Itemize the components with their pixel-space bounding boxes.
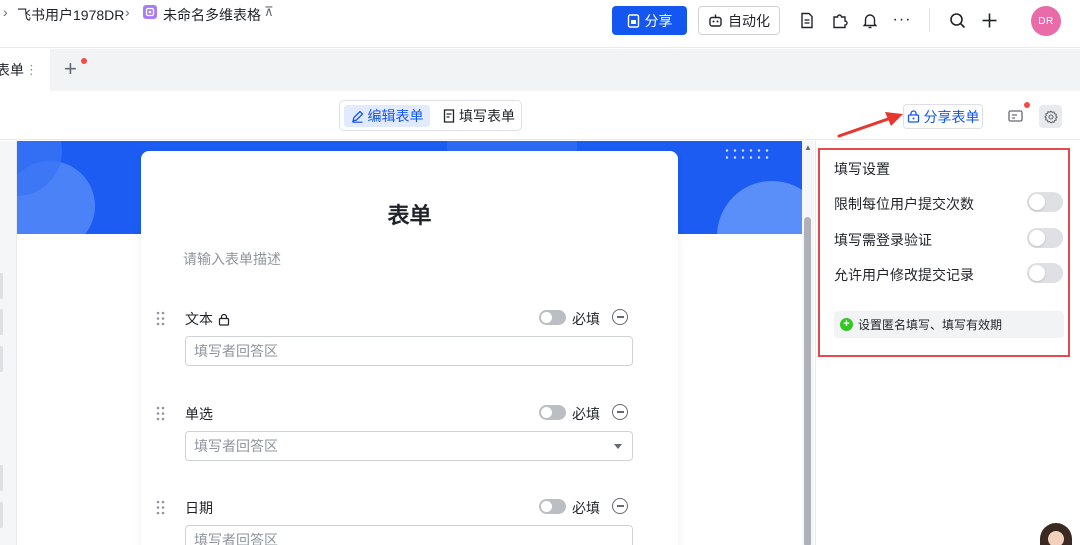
pencil-icon	[351, 110, 363, 123]
answer-input[interactable]: 填写者回答区	[185, 336, 633, 366]
answer-placeholder: 填写者回答区	[194, 343, 278, 359]
remove-field-icon[interactable]	[612, 309, 628, 325]
answer-input[interactable]: 填写者回答区	[185, 525, 633, 545]
required-label: 必填	[572, 406, 600, 422]
remove-field-icon[interactable]	[612, 404, 628, 420]
document-icon[interactable]	[797, 10, 817, 30]
panel-handle	[0, 502, 3, 528]
form-fill-icon	[443, 109, 455, 123]
anonymous-settings-label: 设置匿名填写、填写有效期	[858, 318, 1003, 332]
breadcrumb-workspace[interactable]: 飞书用户1978DR	[17, 0, 124, 30]
lock-doc-icon	[627, 13, 639, 28]
plus-icon[interactable]	[979, 10, 999, 30]
settings-panel: 填写设置 限制每位用户提交次数 填写需登录验证 允许用户修改提交记录 + 设置匿…	[815, 141, 1080, 545]
allow-edit-toggle[interactable]	[1027, 263, 1063, 283]
tab-bar: 表单 ⋮ +	[0, 49, 1080, 91]
panel-handle	[0, 346, 3, 372]
settings-title: 填写设置	[834, 161, 890, 177]
required-toggle[interactable]	[539, 405, 566, 420]
lock-icon	[218, 313, 230, 326]
form-canvas: 表单 请输入表单描述 文本 必填 填写者回答区 单选 必填 填写者回答区 日期 …	[0, 141, 814, 545]
gear-icon	[1043, 109, 1058, 124]
settings-button[interactable]	[1039, 105, 1062, 128]
field-label-text: 单选	[185, 406, 213, 422]
scroll-up-icon[interactable]: ▲	[804, 143, 812, 152]
automation-button[interactable]: 自动化	[698, 6, 780, 35]
plus-circle-icon: +	[840, 318, 853, 331]
field-label-text: 日期	[185, 500, 213, 516]
chevron-right-icon: ›	[125, 4, 130, 20]
answer-placeholder: 填写者回答区	[194, 532, 278, 545]
anonymous-settings-link[interactable]: + 设置匿名填写、填写有效期	[834, 311, 1064, 338]
panel-handle	[0, 465, 3, 491]
form-description-field[interactable]: 请输入表单描述	[183, 249, 281, 269]
drag-handle-icon[interactable]	[156, 406, 166, 421]
banner-dots	[723, 147, 773, 161]
robot-icon	[709, 14, 722, 27]
drag-handle-icon[interactable]	[156, 311, 166, 326]
drag-handle-icon[interactable]	[156, 500, 166, 515]
preview-icon[interactable]	[1005, 105, 1027, 127]
scrollbar[interactable]: ▲	[802, 141, 814, 545]
notification-dot	[1024, 102, 1030, 108]
tab-menu-icon[interactable]: ⋮	[25, 62, 38, 78]
automation-button-label: 自动化	[728, 12, 770, 29]
required-label: 必填	[572, 500, 600, 516]
login-required-toggle[interactable]	[1027, 228, 1063, 248]
field-label[interactable]: 日期	[185, 498, 213, 518]
answer-select[interactable]: 填写者回答区	[185, 431, 633, 461]
add-tab-icon[interactable]: +	[64, 57, 77, 81]
annotation-arrow	[837, 112, 903, 138]
form-card: 表单 请输入表单描述 文本 必填 填写者回答区 单选 必填 填写者回答区 日期 …	[141, 151, 678, 545]
fill-form-tab[interactable]: 填写表单	[440, 105, 518, 127]
plugin-icon[interactable]	[829, 10, 849, 30]
form-title[interactable]: 表单	[141, 198, 678, 230]
edit-form-label: 编辑表单	[367, 108, 424, 124]
mode-switch: 编辑表单 填写表单	[339, 100, 522, 131]
required-toggle[interactable]	[539, 499, 566, 514]
field-label[interactable]: 文本	[185, 309, 230, 329]
share-button-label: 分享	[644, 12, 673, 29]
required-label: 必填	[572, 311, 600, 327]
field-label-text: 文本	[185, 311, 213, 327]
tab-form-label: 表单	[0, 62, 24, 78]
share-form-button[interactable]: 分享表单	[903, 104, 983, 129]
banner-decoration	[717, 181, 802, 234]
pin-icon[interactable]: ⊼	[264, 4, 274, 20]
setting-allow-edit: 允许用户修改提交记录	[834, 267, 974, 283]
limit-submissions-toggle[interactable]	[1027, 192, 1063, 212]
share-form-label: 分享表单	[923, 108, 980, 125]
notification-dot	[81, 58, 87, 64]
left-collapsed-panel	[0, 141, 17, 545]
panel-handle	[0, 309, 3, 335]
doc-title[interactable]: 未命名多维表格	[163, 0, 261, 30]
fill-form-label: 填写表单	[459, 108, 515, 124]
field-label[interactable]: 单选	[185, 404, 213, 424]
chevron-right-icon: ›	[3, 4, 8, 20]
setting-limit-submissions: 限制每位用户提交次数	[834, 196, 974, 212]
remove-field-icon[interactable]	[612, 498, 628, 514]
scrollbar-thumb[interactable]	[804, 217, 811, 545]
edit-form-tab[interactable]: 编辑表单	[344, 105, 430, 127]
avatar[interactable]: DR	[1031, 6, 1061, 36]
more-icon[interactable]: ···	[892, 10, 912, 30]
share-lock-icon	[907, 110, 919, 123]
search-icon[interactable]	[947, 10, 967, 30]
base-icon	[143, 5, 157, 19]
share-button[interactable]: 分享	[612, 6, 687, 35]
dropdown-caret-icon	[614, 444, 622, 449]
panel-handle	[0, 273, 3, 299]
setting-login-required: 填写需登录验证	[834, 232, 932, 248]
bell-icon[interactable]	[860, 10, 880, 30]
form-toolbar: 编辑表单 填写表单 分享表单	[0, 91, 1080, 140]
required-toggle[interactable]	[539, 310, 566, 325]
answer-placeholder: 填写者回答区	[194, 438, 278, 454]
divider	[929, 8, 930, 32]
top-bar: › 飞书用户1978DR › 未命名多维表格 ⊼ 分享 自动化 ··· DR	[0, 0, 1080, 48]
fill-settings-highlight: 填写设置 限制每位用户提交次数 填写需登录验证 允许用户修改提交记录 + 设置匿…	[818, 148, 1070, 357]
